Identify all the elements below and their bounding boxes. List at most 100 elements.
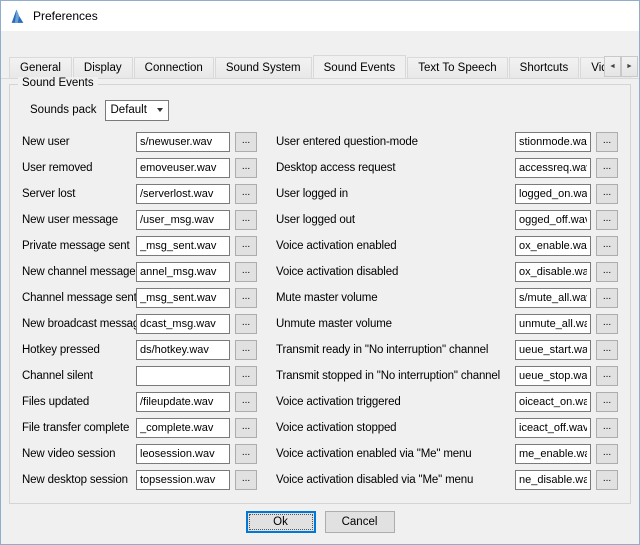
sound-event-label: Server lost — [22, 188, 136, 200]
sound-event-row: Mute master volume... — [276, 285, 618, 311]
sound-event-label: New video session — [22, 448, 136, 460]
sound-event-label: File transfer complete — [22, 422, 136, 434]
sound-file-input[interactable] — [136, 132, 230, 152]
tab-page-sound-events: Sound Events Sounds pack Default New use… — [1, 79, 639, 544]
tab-sound-events[interactable]: Sound Events — [313, 55, 407, 79]
sound-event-row: New channel message... — [22, 259, 262, 285]
sound-file-input[interactable] — [136, 444, 230, 464]
sound-file-input[interactable] — [515, 314, 591, 334]
sound-event-row: File transfer complete... — [22, 415, 262, 441]
sound-events-groupbox: Sound Events Sounds pack Default New use… — [9, 84, 631, 504]
sound-file-input[interactable] — [515, 392, 591, 412]
browse-button[interactable]: ... — [596, 236, 618, 256]
sound-event-label: Channel silent — [22, 370, 136, 382]
browse-button[interactable]: ... — [235, 262, 257, 282]
browse-button[interactable]: ... — [596, 132, 618, 152]
browse-button[interactable]: ... — [596, 288, 618, 308]
sound-file-input[interactable] — [136, 262, 230, 282]
browse-button[interactable]: ... — [235, 392, 257, 412]
browse-button[interactable]: ... — [235, 340, 257, 360]
browse-button[interactable]: ... — [235, 418, 257, 438]
sound-file-input[interactable] — [136, 288, 230, 308]
browse-button[interactable]: ... — [235, 470, 257, 490]
browse-button[interactable]: ... — [596, 262, 618, 282]
browse-button[interactable]: ... — [235, 288, 257, 308]
browse-button[interactable]: ... — [235, 210, 257, 230]
sound-file-input[interactable] — [136, 236, 230, 256]
sound-event-row: User logged in... — [276, 181, 618, 207]
browse-button[interactable]: ... — [235, 236, 257, 256]
dialog-footer: Ok Cancel — [9, 504, 631, 544]
browse-button[interactable]: ... — [596, 392, 618, 412]
sound-event-label: Voice activation disabled — [276, 266, 515, 278]
browse-button[interactable]: ... — [596, 210, 618, 230]
sound-file-input[interactable] — [515, 236, 591, 256]
sound-event-label: Voice activation disabled via "Me" menu — [276, 474, 515, 486]
sound-event-label: New user message — [22, 214, 136, 226]
sound-file-input[interactable] — [136, 158, 230, 178]
sound-file-input[interactable] — [136, 392, 230, 412]
tab-general[interactable]: General — [9, 57, 72, 78]
sound-event-row: Hotkey pressed... — [22, 337, 262, 363]
browse-button[interactable]: ... — [235, 158, 257, 178]
sound-file-input[interactable] — [515, 132, 591, 152]
sound-file-input[interactable] — [515, 288, 591, 308]
browse-button[interactable]: ... — [596, 418, 618, 438]
tab-text-to-speech[interactable]: Text To Speech — [407, 57, 507, 78]
sound-file-input[interactable] — [515, 262, 591, 282]
tab-bar: GeneralDisplayConnectionSound SystemSoun… — [1, 31, 639, 79]
sound-file-input[interactable] — [515, 184, 591, 204]
sound-event-label: Transmit stopped in "No interruption" ch… — [276, 370, 515, 382]
sound-file-input[interactable] — [136, 210, 230, 230]
sound-file-input[interactable] — [515, 158, 591, 178]
chevron-down-icon — [157, 108, 163, 112]
sound-file-input[interactable] — [136, 366, 230, 386]
ok-button[interactable]: Ok — [246, 511, 316, 533]
browse-button[interactable]: ... — [235, 366, 257, 386]
sound-file-input[interactable] — [515, 444, 591, 464]
sound-file-input[interactable] — [136, 184, 230, 204]
sounds-pack-combobox[interactable]: Default — [105, 100, 169, 121]
tab-scroll-right-icon[interactable]: ► — [621, 56, 638, 77]
browse-button[interactable]: ... — [596, 340, 618, 360]
browse-button[interactable]: ... — [235, 444, 257, 464]
sound-file-input[interactable] — [515, 340, 591, 360]
sound-event-row: New user... — [22, 129, 262, 155]
sound-event-label: New broadcast message — [22, 318, 136, 330]
browse-button[interactable]: ... — [596, 184, 618, 204]
tab-shortcuts[interactable]: Shortcuts — [509, 57, 580, 78]
sound-event-label: Transmit ready in "No interruption" chan… — [276, 344, 515, 356]
browse-button[interactable]: ... — [235, 184, 257, 204]
sound-event-row: Channel message sent... — [22, 285, 262, 311]
app-icon — [9, 8, 26, 25]
browse-button[interactable]: ... — [596, 470, 618, 490]
sound-file-input[interactable] — [515, 366, 591, 386]
browse-button[interactable]: ... — [596, 314, 618, 334]
sound-file-input[interactable] — [136, 314, 230, 334]
window-title: Preferences — [33, 9, 98, 23]
sound-file-input[interactable] — [515, 210, 591, 230]
cancel-button[interactable]: Cancel — [325, 511, 395, 533]
sound-file-input[interactable] — [136, 470, 230, 490]
sound-event-row: Voice activation enabled via "Me" menu..… — [276, 441, 618, 467]
tab-strip: GeneralDisplayConnectionSound SystemSoun… — [9, 57, 632, 78]
browse-button[interactable]: ... — [235, 314, 257, 334]
sound-file-input[interactable] — [515, 470, 591, 490]
sounds-pack-label: Sounds pack — [30, 104, 97, 116]
tab-sound-system[interactable]: Sound System — [215, 57, 312, 78]
tab-scroll-left-icon[interactable]: ◄ — [604, 56, 621, 77]
sound-file-input[interactable] — [136, 418, 230, 438]
browse-button[interactable]: ... — [596, 366, 618, 386]
browse-button[interactable]: ... — [596, 158, 618, 178]
sound-event-label: User logged in — [276, 188, 515, 200]
tab-connection[interactable]: Connection — [134, 57, 214, 78]
preferences-dialog: Preferences GeneralDisplayConnectionSoun… — [0, 0, 640, 545]
sound-file-input[interactable] — [136, 340, 230, 360]
sound-file-input[interactable] — [515, 418, 591, 438]
tab-display[interactable]: Display — [73, 57, 133, 78]
browse-button[interactable]: ... — [235, 132, 257, 152]
sound-event-row: User entered question-mode... — [276, 129, 618, 155]
sound-event-label: Mute master volume — [276, 292, 515, 304]
sound-event-row: Voice activation stopped... — [276, 415, 618, 441]
browse-button[interactable]: ... — [596, 444, 618, 464]
